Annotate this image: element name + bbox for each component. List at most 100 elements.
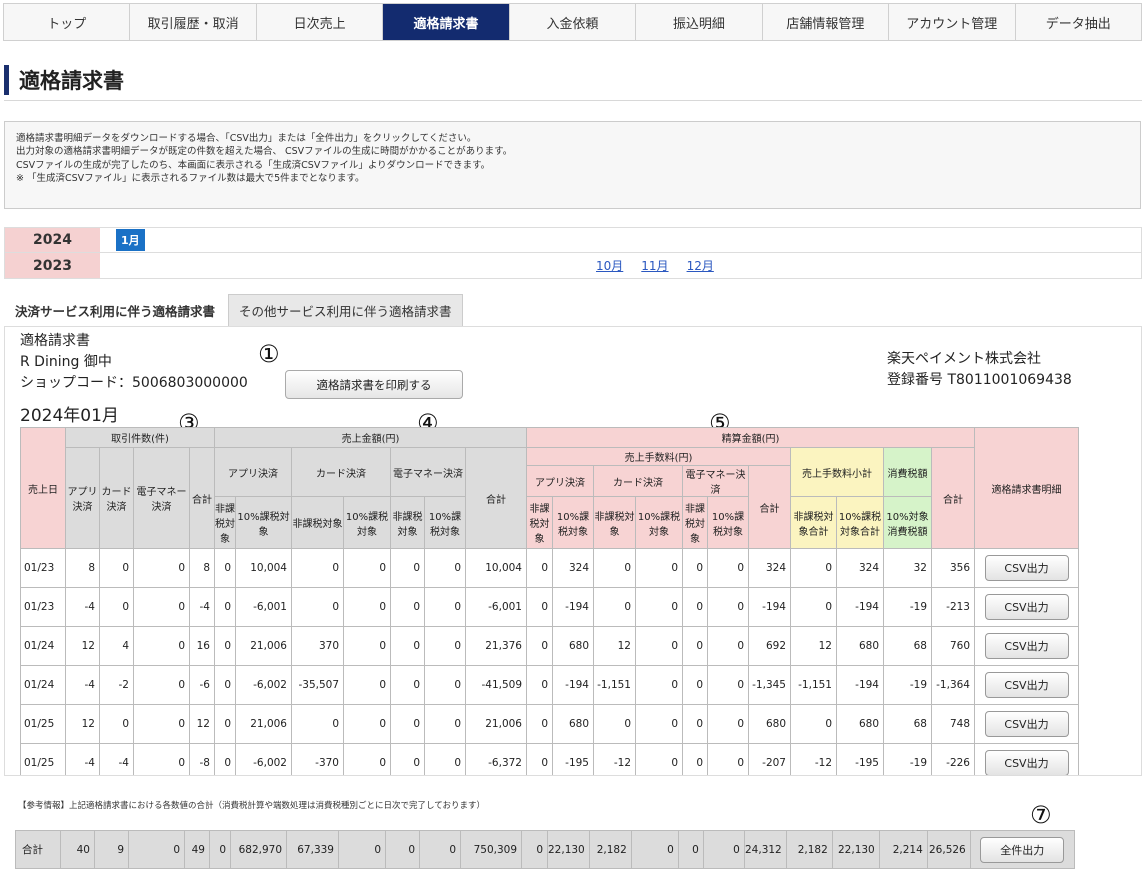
invoice-header-left: 適格請求書 R Dining 御中 ショップコード：5006803000000 (20, 331, 248, 394)
doc-title: 適格請求書 (20, 333, 90, 349)
tab-payment-invoice[interactable]: 決済サービス利用に伴う適格請求書 (4, 294, 227, 326)
row-cell: -194 (836, 587, 884, 627)
month-link[interactable]: 11月 (641, 257, 668, 274)
row-cell: 0 (390, 626, 425, 666)
nav-item[interactable]: 振込明細 (636, 4, 763, 40)
nav-item[interactable]: アカウント管理 (889, 4, 1016, 40)
page-title: 適格請求書 (19, 69, 124, 93)
row-date: 01/25 (20, 704, 66, 744)
totals-cell: 2,182 (588, 830, 632, 869)
nav-item[interactable]: 店舗情報管理 (762, 4, 890, 40)
col-settle-amount: 精算金額(円) (526, 427, 975, 448)
csv-export-button[interactable]: CSV出力 (984, 711, 1069, 737)
nav-item[interactable]: 日次売上 (256, 4, 384, 40)
totals-cell: 0 (521, 830, 548, 869)
row-cell: 324 (836, 548, 884, 588)
csv-export-button[interactable]: CSV出力 (984, 750, 1069, 775)
row-cell: 0 (682, 665, 708, 705)
month-list: 1月 (100, 228, 1141, 252)
print-invoice-button[interactable]: 適格請求書を印刷する (285, 370, 463, 399)
nav-item[interactable]: トップ (4, 4, 131, 40)
table-row: 01/24 -4 -2 0 -6 0 -6,002 -35,507 0 0 0 -41,509 0 -19… (20, 665, 1079, 705)
row-cell: 370 (291, 626, 344, 666)
row-date: 01/25 (20, 743, 66, 775)
row-cell: -6,002 (235, 665, 292, 705)
col-tax10: 10%課税対象 (707, 496, 749, 549)
nav-item[interactable]: データ抽出 (1015, 4, 1141, 40)
col-fee-emoney: 電子マネー決済 (682, 465, 749, 497)
row-cell: 0 (424, 626, 466, 666)
totals-cell: 0 (419, 830, 461, 869)
row-cell: 0 (390, 665, 425, 705)
row-cell: 0 (424, 587, 466, 627)
row-cell: -1,345 (748, 665, 791, 705)
row-cell: 4 (99, 626, 134, 666)
row-cell: -19 (883, 587, 932, 627)
csv-export-button[interactable]: CSV出力 (984, 555, 1069, 581)
row-cell: 0 (593, 587, 636, 627)
addressee: R Dining 御中 (20, 354, 112, 370)
col-sales-card: カード決済 (291, 447, 391, 497)
table-row: 01/23 8 0 0 8 0 10,004 0 0 0 0 10,004 0 324 0 0 0 0 324 0 32… (20, 548, 1079, 588)
reference-note: 【参考情報】上記適格請求書における各数値の合計（消費税計算や端数処理は消費税種別… (18, 801, 485, 811)
row-cell: 0 (682, 626, 708, 666)
totals-cell: 49 (184, 830, 210, 869)
shop-code: ショップコード：5006803000000 (20, 375, 248, 391)
row-cell: 12 (593, 626, 636, 666)
row-cell: 0 (214, 743, 236, 775)
nav-item[interactable]: 入金依頼 (509, 4, 637, 40)
month-link[interactable]: 12月 (687, 257, 714, 274)
row-cell: -4 (65, 665, 100, 705)
col-sale-date: 売上日 (20, 427, 66, 549)
row-cell: 12 (189, 704, 215, 744)
row-cell: 0 (526, 704, 553, 744)
totals-cell: 40 (60, 830, 95, 869)
csv-export-button[interactable]: CSV出力 (984, 633, 1069, 659)
row-cell: 0 (682, 704, 708, 744)
row-cell: -1,364 (931, 665, 975, 705)
row-cell: 0 (707, 626, 749, 666)
tab-other-invoice[interactable]: その他サービス利用に伴う適格請求書 (228, 294, 463, 326)
row-cell: 32 (883, 548, 932, 588)
row-cell: -12 (593, 743, 636, 775)
row-cell: 0 (635, 665, 683, 705)
row-cell: -4 (65, 587, 100, 627)
csv-export-button[interactable]: CSV出力 (984, 594, 1069, 620)
row-cell: 0 (707, 587, 749, 627)
col-tax10-ct: 10%対象消費税額 (883, 496, 932, 549)
page-title-block: 適格請求書 (4, 65, 124, 95)
row-cell: 748 (931, 704, 975, 744)
marker-1: ① (258, 340, 280, 368)
col-tax-amount: 消費税額 (883, 447, 932, 497)
month-selected[interactable]: 1月 (116, 229, 145, 251)
nav-item[interactable]: 適格請求書 (383, 4, 510, 40)
row-cell: 0 (133, 626, 190, 666)
row-cell: -4 (65, 743, 100, 775)
row-cell: -6,372 (465, 743, 527, 775)
row-cell: 0 (390, 704, 425, 744)
row-cell: -41,509 (465, 665, 527, 705)
row-cell: 0 (635, 587, 683, 627)
title-accent-bar (4, 65, 9, 95)
col-fee-subtotal: 売上手数料小計 (790, 447, 884, 497)
notice-line: 出力対象の適格請求書明細データが既定の件数を超えた場合、 CSVファイルの生成に… (16, 146, 513, 158)
export-all-button[interactable]: 全件出力 (980, 836, 1065, 863)
col-fee: 売上手数料(円) (526, 447, 791, 466)
row-cell: 0 (635, 548, 683, 588)
csv-export-button[interactable]: CSV出力 (984, 672, 1069, 698)
row-cell: 0 (99, 704, 134, 744)
row-cell: 0 (291, 704, 344, 744)
notice-line: ※ 「生成済CSVファイル」に表示されるファイル数は最大で5件までとなります。 (16, 172, 365, 184)
col-nontax: 非課税対象 (682, 496, 708, 549)
month-link[interactable]: 10月 (596, 257, 623, 274)
year-month-selector: 2024 1月 2023 10月 11月 12月 (4, 227, 1142, 279)
nav-item[interactable]: 取引履歴・取消 (130, 4, 257, 40)
row-cell: 0 (424, 665, 466, 705)
col-fee-app: アプリ決済 (526, 465, 594, 497)
row-cell: 0 (424, 704, 466, 744)
row-cell: 0 (99, 548, 134, 588)
row-action-cell: CSV出力 (974, 548, 1079, 588)
row-cell: -195 (836, 743, 884, 775)
invoice-header-right: 楽天ペイメント株式会社 登録番号 T8011001069438 (887, 349, 1072, 391)
table-row: 01/25 12 0 0 12 0 21,006 0 0 0 0 21,006 0 680 0 0 0 0 680 0… (20, 704, 1079, 744)
